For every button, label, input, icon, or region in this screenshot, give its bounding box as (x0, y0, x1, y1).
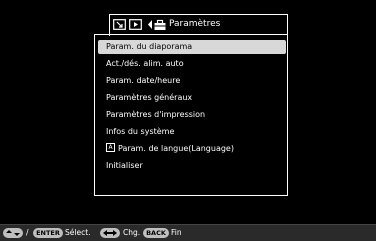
leftright-key-icon (100, 228, 120, 238)
separator: / (26, 228, 29, 237)
menu-item-label: Infos du système (106, 127, 175, 136)
menu-item-initialize[interactable]: Initialiser (98, 159, 286, 173)
menu-item-date-time[interactable]: Param. date/heure (98, 74, 286, 88)
menu-item-label: Param. de langue(Language) (118, 144, 234, 153)
tab-title: Paramètres (169, 19, 221, 29)
change-hint: Chg. (123, 228, 141, 237)
settings-screen: Paramètres Param. du diaporama Act./dés.… (0, 0, 376, 241)
play-tab-icon (129, 19, 142, 30)
menu-item-label: Initialiser (106, 161, 143, 170)
menu-item-label: Param. date/heure (106, 76, 181, 85)
menu-item-print-settings[interactable]: Paramètres d'impression (98, 108, 286, 122)
menu-item-system-info[interactable]: Infos du système (98, 125, 286, 139)
tab-play[interactable] (129, 19, 142, 30)
select-hint: Sélect. (65, 228, 91, 237)
menu-item-slideshow-settings[interactable]: Param. du diaporama (98, 40, 286, 54)
menu-item-auto-power[interactable]: Act./dés. alim. auto (98, 57, 286, 71)
menu-item-language[interactable]: A Param. de langue(Language) (98, 142, 286, 156)
end-hint: Fin (171, 228, 182, 237)
language-icon: A (106, 143, 115, 152)
menu-item-label: Paramètres d'impression (106, 110, 206, 119)
menu-item-label: Act./dés. alim. auto (106, 59, 184, 68)
back-key-icon: BACK (143, 228, 169, 238)
updown-key-icon (3, 228, 23, 238)
enter-key-icon: ENTER (33, 228, 63, 238)
toolbox-icon (154, 19, 166, 30)
edit-tab-icon (113, 19, 126, 30)
tab-edit[interactable] (113, 19, 126, 30)
menu-item-label: Paramètres généraux (106, 93, 193, 102)
status-bar: / ENTER Sélect. Chg. BACK Fin (0, 224, 376, 241)
menu-item-label: Param. du diaporama (106, 42, 193, 51)
menu-item-general-settings[interactable]: Paramètres généraux (98, 91, 286, 105)
